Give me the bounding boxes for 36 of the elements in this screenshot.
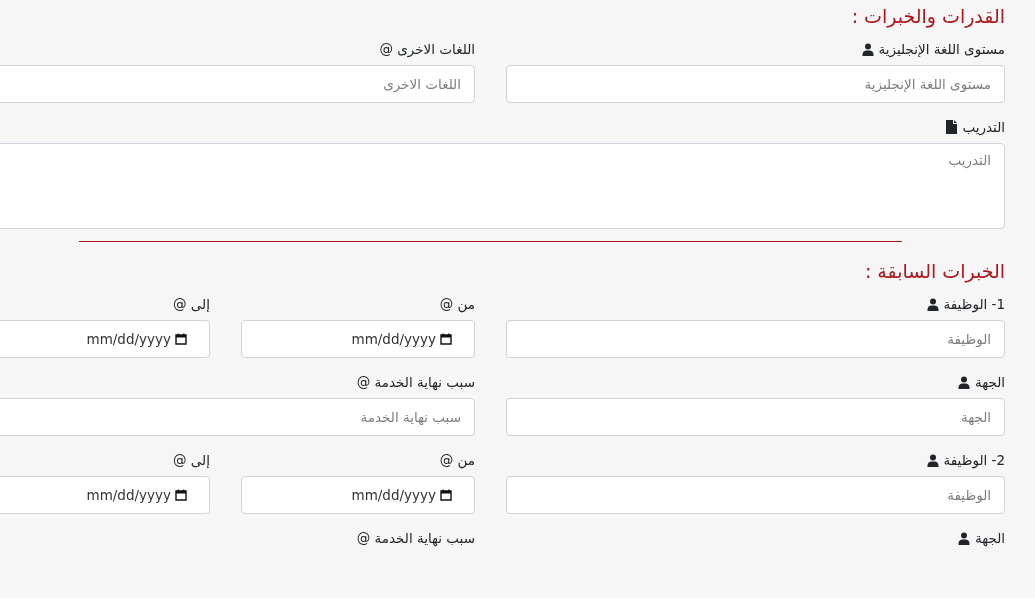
field-label: سبب نهاية الخدمة @ bbox=[356, 373, 475, 392]
field-label: الجهة bbox=[974, 373, 1005, 392]
calendar-icon[interactable] bbox=[175, 333, 187, 345]
field-label: 1- الوظيفة bbox=[943, 295, 1005, 314]
calendar-icon[interactable] bbox=[175, 489, 187, 501]
section-heading: القدرات والخبرات : bbox=[850, 4, 1005, 29]
section-heading: الخبرات السابقة : bbox=[863, 259, 1005, 284]
field-label: مستوى اللغة الإنجليزية bbox=[878, 40, 1005, 59]
field-label: من @ bbox=[439, 295, 475, 314]
field-label: التدريب bbox=[962, 118, 1005, 137]
date-field[interactable]: mm/dd/yyyy bbox=[241, 320, 475, 358]
field-label: إلى @ bbox=[173, 295, 210, 314]
calendar-icon[interactable] bbox=[440, 489, 452, 501]
field-label: 2- الوظيفة bbox=[943, 451, 1005, 470]
date-field[interactable]: mm/dd/yyyy bbox=[0, 476, 210, 514]
person-icon bbox=[957, 531, 970, 545]
person-icon bbox=[957, 375, 970, 389]
input-field[interactable]: اللغات الاخرى bbox=[0, 65, 475, 103]
date-field[interactable]: mm/dd/yyyy bbox=[241, 476, 475, 514]
field-label: الجهة bbox=[974, 529, 1005, 548]
person-icon bbox=[926, 453, 939, 467]
field-label: سبب نهاية الخدمة @ bbox=[356, 529, 475, 548]
input-field[interactable]: الجهة bbox=[506, 398, 1005, 436]
calendar-icon[interactable] bbox=[440, 333, 452, 345]
field-label: إلى @ bbox=[173, 451, 210, 470]
person-icon bbox=[926, 297, 939, 311]
input-field[interactable]: سبب نهاية الخدمة bbox=[0, 398, 475, 436]
field-label: اللغات الاخرى @ bbox=[379, 40, 475, 59]
input-field[interactable]: الوظيفة bbox=[506, 320, 1005, 358]
person-icon bbox=[861, 42, 874, 56]
input-field[interactable]: مستوى اللغة الإنجليزية bbox=[506, 65, 1005, 103]
date-field[interactable]: mm/dd/yyyy bbox=[0, 320, 210, 358]
text-area[interactable]: التدريب bbox=[0, 143, 1005, 229]
document-icon bbox=[946, 120, 958, 134]
input-field[interactable]: الوظيفة bbox=[506, 476, 1005, 514]
field-label: من @ bbox=[439, 451, 475, 470]
